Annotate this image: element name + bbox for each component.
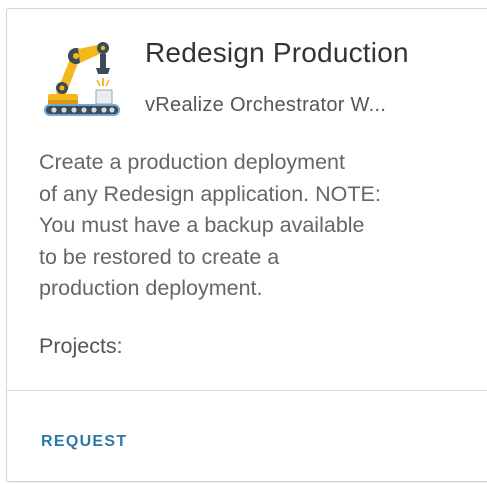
card-subtitle: vRealize Orchestrator W...	[145, 94, 387, 116]
card-title: Redesign Production	[145, 37, 409, 68]
card-header: Redesign Production vRealize Orchestrato…	[7, 9, 487, 134]
request-button[interactable]: REQUEST	[33, 427, 135, 457]
card-description: Create a production deployment of any Re…	[39, 150, 381, 300]
card-footer: REQUEST	[7, 391, 487, 483]
projects-label: Projects:	[39, 334, 123, 358]
catalog-item-card: Redesign Production vRealize Orchestrato…	[6, 8, 487, 482]
robot-arm-conveyor-icon	[40, 36, 124, 120]
